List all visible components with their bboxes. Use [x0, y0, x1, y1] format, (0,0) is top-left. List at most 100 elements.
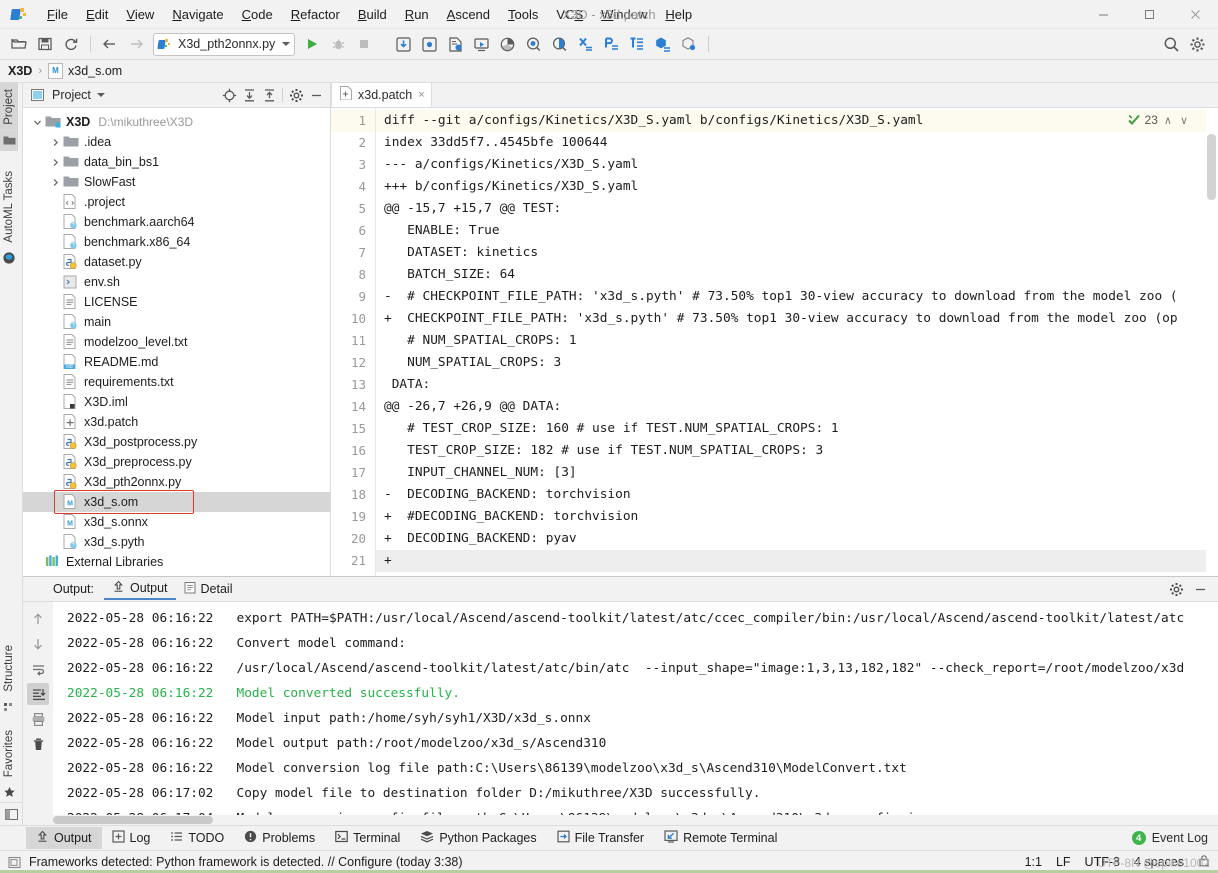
output-line[interactable]: 2022-05-28 06:16:22 Model output path:/r… [67, 731, 1218, 756]
tree-item--idea[interactable]: .idea [23, 132, 330, 152]
code-line[interactable]: --- a/configs/Kinetics/X3D_S.yaml [376, 154, 1206, 176]
run-icon[interactable] [300, 33, 324, 55]
sync-icon[interactable] [59, 33, 83, 55]
model-download-icon[interactable] [391, 33, 415, 55]
code-line[interactable]: + #DECODING_BACKEND: torchvision [376, 506, 1206, 528]
sidebar-item-structure[interactable]: Structure [0, 639, 18, 698]
breadcrumb-file[interactable]: x3d_s.om [68, 64, 122, 78]
soft-wrap-icon[interactable] [27, 658, 49, 680]
model-package-icon[interactable] [417, 33, 441, 55]
down-arrow-icon[interactable] [27, 633, 49, 655]
tree-item-x3d-preprocess-py[interactable]: X3d_preprocess.py [23, 452, 330, 472]
code-line[interactable]: @@ -26,7 +26,9 @@ DATA: [376, 396, 1206, 418]
breadcrumb-project[interactable]: X3D [8, 64, 32, 78]
menu-navigate[interactable]: Navigate [163, 4, 232, 25]
menu-ascend[interactable]: Ascend [438, 4, 499, 25]
project-tree[interactable]: X3D D:\mikuthree\X3D .idea data_bin_bs1 Slow… [23, 108, 330, 576]
tree-item-slowfast[interactable]: SlowFast [23, 172, 330, 192]
code-line[interactable]: + [376, 550, 1206, 572]
hide-icon[interactable] [306, 85, 326, 105]
menu-tools[interactable]: Tools [499, 4, 547, 25]
tree-item-modelzoo-level-txt[interactable]: modelzoo_level.txt [23, 332, 330, 352]
caret-position[interactable]: 1:1 [1025, 855, 1042, 869]
code-line[interactable]: @@ -15,7 +15,7 @@ TEST: [376, 198, 1206, 220]
chevron-right-icon[interactable] [47, 138, 63, 147]
model-run-icon[interactable] [469, 33, 493, 55]
model-convert-icon[interactable] [443, 33, 467, 55]
menu-view[interactable]: View [117, 4, 163, 25]
gear-icon[interactable] [1185, 33, 1209, 55]
hide-icon[interactable] [1190, 579, 1210, 599]
tree-item-external-libraries[interactable]: External Libraries [23, 552, 330, 572]
event-log-label[interactable]: Event Log [1152, 831, 1208, 845]
tree-item-license[interactable]: LICENSE [23, 292, 330, 312]
tree-item--project[interactable]: .project [23, 192, 330, 212]
code-line[interactable]: DATASET: kinetics [376, 242, 1206, 264]
tool-window-problems[interactable]: Problems [234, 827, 325, 849]
open-folder-icon[interactable] [7, 33, 31, 55]
tree-item-benchmark-aarch64[interactable]: ? benchmark.aarch64 [23, 212, 330, 232]
code-line[interactable]: - # CHECKPOINT_FILE_PATH: 'x3d_s.pyth' #… [376, 286, 1206, 308]
tool-window-file-transfer[interactable]: File Transfer [547, 827, 654, 849]
tree-item-benchmark-x86-64[interactable]: ? benchmark.x86_64 [23, 232, 330, 252]
locate-icon[interactable] [219, 85, 239, 105]
chevron-down-icon[interactable] [282, 42, 290, 46]
tree-item-x3d[interactable]: X3D D:\mikuthree\X3D [23, 112, 330, 132]
toggle-tool-windows-icon[interactable] [0, 802, 22, 825]
tool-window-todo[interactable]: TODO [160, 827, 234, 849]
output-line[interactable]: 2022-05-28 06:16:22 Convert model comman… [67, 631, 1218, 656]
maximize-icon[interactable] [1126, 0, 1172, 28]
collapse-all-icon[interactable] [259, 85, 279, 105]
expand-all-icon[interactable] [239, 85, 259, 105]
menu-refactor[interactable]: Refactor [282, 4, 349, 25]
output-line[interactable]: 2022-05-28 06:16:22 Model conversion log… [67, 756, 1218, 781]
menu-run[interactable]: Run [396, 4, 438, 25]
code-line[interactable]: - DECODING_BACKEND: torchvision [376, 484, 1206, 506]
operator-p-icon[interactable] [599, 33, 623, 55]
tree-item-x3d-iml[interactable]: X3D.iml [23, 392, 330, 412]
code-line[interactable]: +++ b/configs/Kinetics/X3D_S.yaml [376, 176, 1206, 198]
tab-detail[interactable]: Detail [176, 579, 241, 599]
tree-item-main[interactable]: ? main [23, 312, 330, 332]
output-line[interactable]: 2022-05-28 06:16:22 Model input path:/ho… [67, 706, 1218, 731]
close-icon[interactable] [1172, 0, 1218, 28]
editor-tab-x3d-patch[interactable]: x3d.patch × [331, 82, 432, 107]
status-message[interactable]: Frameworks detected: Python framework is… [29, 855, 463, 869]
gear-icon[interactable] [1166, 579, 1186, 599]
code-content[interactable]: diff --git a/configs/Kinetics/X3D_S.yaml… [376, 108, 1206, 576]
search-icon[interactable] [1159, 33, 1183, 55]
sidebar-item-automl-tasks[interactable]: AutoML Tasks [0, 165, 18, 249]
print-icon[interactable] [27, 708, 49, 730]
code-line[interactable]: DATA: [376, 374, 1206, 396]
menu-file[interactable]: File [38, 4, 77, 25]
output-line[interactable]: 2022-05-28 06:16:22 Model converted succ… [67, 681, 1218, 706]
menu-help[interactable]: Help [656, 4, 701, 25]
tree-item-x3d-s-onnx[interactable]: Mx3d_s.onnx [23, 512, 330, 532]
operator-net-icon[interactable] [651, 33, 675, 55]
output-line[interactable]: 2022-05-28 06:17:04 Model conversion con… [67, 806, 1218, 815]
code-line[interactable]: # TEST_CROP_SIZE: 160 # use if TEST.NUM_… [376, 418, 1206, 440]
tree-item-x3d-s-pyth[interactable]: ? x3d_s.pyth [23, 532, 330, 552]
trash-icon[interactable] [27, 733, 49, 755]
minimize-icon[interactable] [1080, 0, 1126, 28]
tree-item-x3d-pth2onnx-py[interactable]: X3d_pth2onnx.py [23, 472, 330, 492]
tree-item-x3d-postprocess-py[interactable]: X3d_postprocess.py [23, 432, 330, 452]
operator-outline-icon[interactable] [677, 33, 701, 55]
code-editor[interactable]: 1 2 3 4 5 6 7 8 9 10 11 12 13 14 15 16 17 18 19 20 21 diff -… [331, 108, 1218, 576]
tree-item-dataset-py[interactable]: dataset.py [23, 252, 330, 272]
output-line[interactable]: 2022-05-28 06:16:22 export PATH=$PATH:/u… [67, 606, 1218, 631]
up-arrow-icon[interactable] [27, 608, 49, 630]
close-icon[interactable]: × [418, 89, 424, 101]
tool-window-output[interactable]: Output [26, 827, 102, 849]
tab-output[interactable]: Output [104, 578, 176, 600]
output-horizontal-scrollbar[interactable] [23, 815, 1218, 825]
menu-vcs[interactable]: VCS [547, 4, 592, 25]
operator-x-icon[interactable] [573, 33, 597, 55]
profiling-pie-icon[interactable] [495, 33, 519, 55]
code-line[interactable]: ENABLE: True [376, 220, 1206, 242]
back-arrow-icon[interactable] [98, 33, 122, 55]
tool-window-remote-terminal[interactable]: Remote Terminal [654, 827, 787, 849]
inspection-widget[interactable]: 23 ∧ ∨ [1127, 110, 1190, 130]
tree-item-x3d-patch[interactable]: x3d.patch [23, 412, 330, 432]
analyze-search-icon[interactable] [521, 33, 545, 55]
